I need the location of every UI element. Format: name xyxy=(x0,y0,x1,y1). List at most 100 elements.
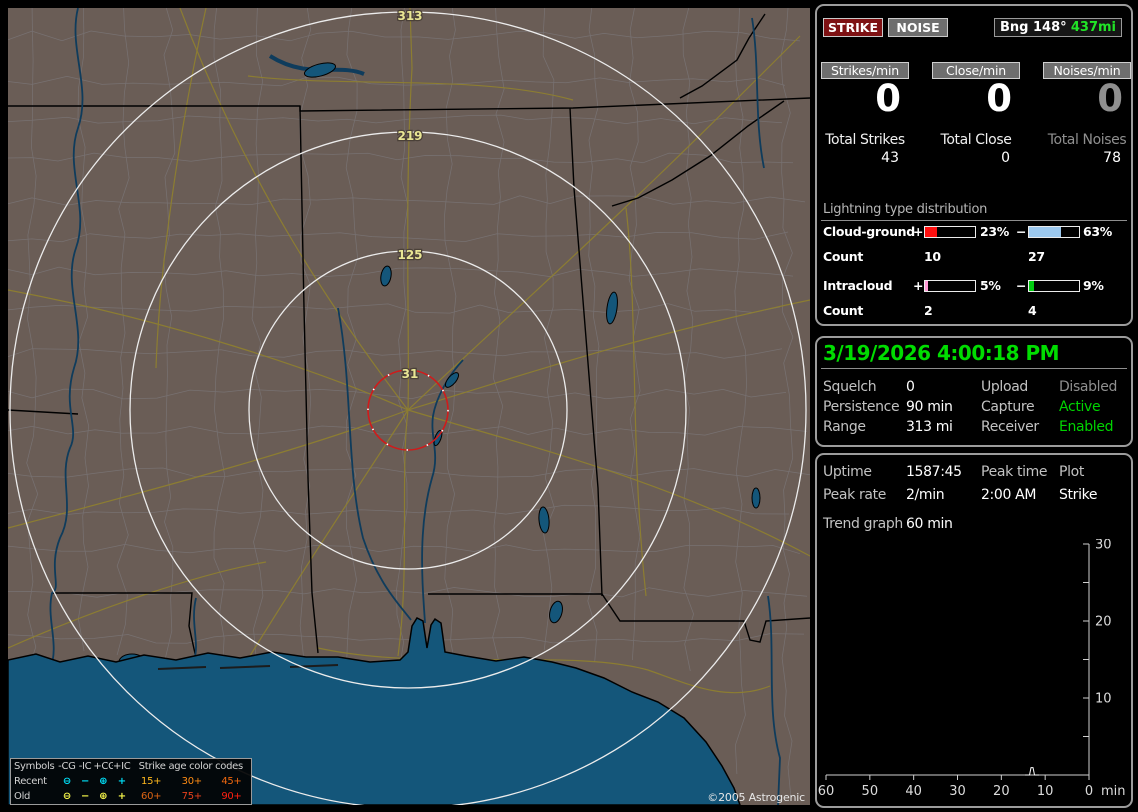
cloud-ground-label: Cloud-ground xyxy=(823,224,915,239)
legend-row-label: Old xyxy=(14,791,31,802)
trend-graph-row: Trend graph 60 min xyxy=(817,515,1131,535)
count-label: Count xyxy=(823,249,864,264)
status-row: Range 313 mi Receiver Enabled xyxy=(817,418,1131,438)
bar-fill xyxy=(925,281,928,291)
map-legend: Symbols -CG -IC +CG +IC Strike age color code… xyxy=(10,758,252,805)
range-ring-label-125: 125 xyxy=(397,248,422,262)
squelch-label: Squelch xyxy=(823,379,877,395)
peak-time-label: Peak time xyxy=(981,464,1048,480)
total-noises-value: 78 xyxy=(1103,150,1121,166)
noise-indicator-button[interactable]: NOISE xyxy=(888,18,948,37)
legend--cg-header: -CG xyxy=(58,761,76,772)
trend-info-row: Peak rate 2/min 2:00 AM Strike xyxy=(817,486,1131,506)
range-value: 313 mi xyxy=(906,419,953,435)
total-noises-label: Total Noises xyxy=(1047,132,1127,148)
status-panel: 3/19/2026 4:00:18 PM Squelch 0 Upload Di… xyxy=(815,336,1133,447)
capture-label: Capture xyxy=(981,399,1035,415)
close-counter: Close/min 0 Total Close 0 xyxy=(932,62,1020,170)
strike-counters-panel: STRIKE NOISE Bng 148° 437mi Strikes/min … xyxy=(815,4,1133,326)
upload-label: Upload xyxy=(981,379,1028,395)
trend-info-row: Uptime 1587:45 Peak time Plot xyxy=(817,463,1131,483)
y-tick-label: 20 xyxy=(1095,615,1112,630)
legend-row-old: Old ⊖ − ⊕ +60+ 75+ 90+ xyxy=(11,789,251,804)
strike-age-code: 60+ xyxy=(141,791,162,802)
cloud-ground-row: Cloud-ground + 23% − 63% xyxy=(817,225,1131,241)
total-close-label: Total Close xyxy=(940,132,1012,148)
strike-symbol-icon: ⊖ xyxy=(62,776,71,787)
intracloud-count-row: Count 2 4 xyxy=(817,304,1131,320)
x-tick-label: 10 xyxy=(1037,784,1054,799)
noises-per-min-value: 0 xyxy=(1097,77,1123,120)
x-axis-unit: min xyxy=(1101,784,1126,799)
strike-symbol-icon: + xyxy=(117,776,126,787)
persistence-label: Persistence xyxy=(823,399,900,415)
range-label: Range xyxy=(823,419,866,435)
strike-symbol-icon: − xyxy=(80,791,90,802)
ic-negative-pct: 9% xyxy=(1083,278,1104,293)
ic-negative-count: 4 xyxy=(1028,303,1037,318)
bearing-display: Bng 148° 437mi xyxy=(994,18,1122,37)
bar-fill xyxy=(925,227,937,237)
minus-sign: − xyxy=(1016,224,1027,239)
app-window: 313 219 125 31 Symbols -CG -IC +CG +IC Strike… xyxy=(0,0,1138,812)
trend-graph-label: Trend graph xyxy=(823,516,903,532)
divider xyxy=(821,220,1127,221)
cg-positive-pct: 23% xyxy=(980,224,1010,239)
strike-trend-peak xyxy=(1025,767,1040,776)
strike-age-code: 90+ xyxy=(221,791,242,802)
strike-age-code: 75+ xyxy=(181,791,203,802)
minus-sign: − xyxy=(1016,278,1027,293)
strike-age-code: 15+ xyxy=(141,776,162,787)
peak-time-value: 2:00 AM xyxy=(981,487,1037,503)
x-tick-label: 20 xyxy=(993,784,1010,799)
strike-symbol-icon: ⊕ xyxy=(99,791,108,802)
intracloud-label: Intracloud xyxy=(823,278,893,293)
intracloud-row: Intracloud + 5% − 9% xyxy=(817,279,1131,295)
divider xyxy=(821,368,1127,369)
total-close-value: 0 xyxy=(1001,150,1010,166)
total-strikes-value: 43 xyxy=(881,150,899,166)
total-strikes-label: Total Strikes xyxy=(825,132,905,148)
persistence-value: 90 min xyxy=(906,399,953,415)
legend-age-header: Strike age color codes xyxy=(138,761,244,772)
cg-positive-count: 10 xyxy=(924,249,941,264)
ic-positive-bar xyxy=(924,280,976,292)
distribution-title: Lightning type distribution xyxy=(823,202,988,217)
trend-panel: Uptime 1587:45 Peak time Plot Peak rate … xyxy=(815,453,1133,808)
strike-symbol-icon: + xyxy=(117,791,126,802)
upload-value: Disabled xyxy=(1059,379,1118,395)
legend-+cg-header: +CG xyxy=(93,761,113,772)
x-tick-label: 30 xyxy=(949,784,966,799)
plot-label: Plot xyxy=(1059,464,1084,480)
status-row: Squelch 0 Upload Disabled xyxy=(817,378,1131,398)
legend-row-label: Recent xyxy=(14,776,47,787)
range-ring-label-219: 219 xyxy=(397,129,422,143)
ic-negative-bar xyxy=(1028,280,1080,292)
cloud-ground-count-row: Count 10 27 xyxy=(817,250,1131,266)
strikes-counter: Strikes/min 0 Total Strikes 43 xyxy=(821,62,909,170)
strike-symbol-icon: ⊕ xyxy=(99,776,108,787)
lightning-map[interactable]: 313 219 125 31 Symbols -CG -IC +CG +IC Strike… xyxy=(8,8,810,805)
bar-fill xyxy=(1029,227,1061,237)
strike-symbol-icon: ⊖ xyxy=(62,791,71,802)
trend-graph-window: 60 min xyxy=(906,516,953,532)
trend-graph: 10 20 30 60 50 40 30 20 10 0 min xyxy=(818,539,1126,799)
range-ring-label-313: 313 xyxy=(397,9,422,23)
strike-age-code: 30+ xyxy=(181,776,203,787)
range-ring-label-31: 31 xyxy=(402,367,419,381)
strikes-per-min-value: 0 xyxy=(875,77,901,120)
strike-symbol-icon: − xyxy=(80,776,90,787)
x-tick-label: 0 xyxy=(1085,784,1093,799)
cg-negative-pct: 63% xyxy=(1083,224,1113,239)
strike-indicator-button[interactable]: STRIKE xyxy=(823,18,883,37)
cg-positive-bar xyxy=(924,226,976,238)
bearing-label: Bng 148° xyxy=(1000,20,1067,35)
cg-negative-bar xyxy=(1028,226,1080,238)
copyright-text: ©2005 Astrogenic Systems xyxy=(707,791,805,805)
close-per-min-value: 0 xyxy=(986,77,1012,120)
receiver-label: Receiver xyxy=(981,419,1039,435)
datetime-display: 3/19/2026 4:00:18 PM xyxy=(823,341,1060,365)
capture-value: Active xyxy=(1059,399,1101,415)
noises-counter: Noises/min 0 Total Noises 78 xyxy=(1043,62,1131,170)
y-tick-label: 10 xyxy=(1095,692,1112,707)
